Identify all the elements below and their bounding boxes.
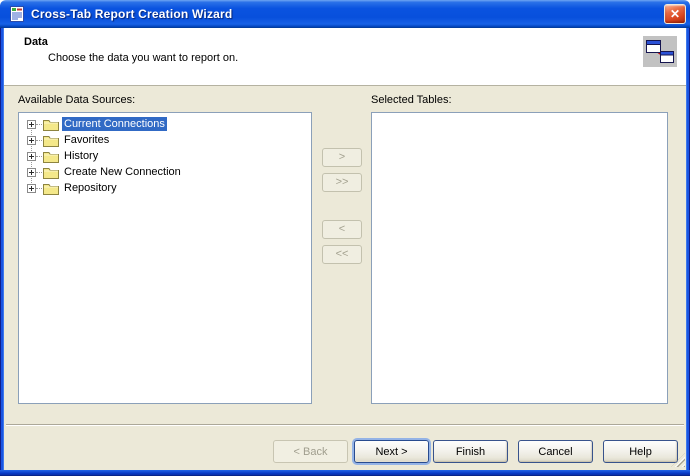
dialog-body: Data Choose the data you want to report … xyxy=(4,28,686,470)
step-title: Data xyxy=(24,36,48,48)
tree-item-current-connections[interactable]: Current Connections xyxy=(27,116,309,132)
wizard-dialog: Cross-Tab Report Creation Wizard ✕ Data … xyxy=(0,0,690,476)
tree-dots xyxy=(36,187,42,189)
data-source-tree: Current Connections Favorites History Cr… xyxy=(27,116,309,196)
tree-item-label: Repository xyxy=(64,182,117,194)
tree-item-label: Create New Connection xyxy=(64,166,181,178)
finish-button[interactable]: Finish xyxy=(433,440,508,463)
tree-item-label: History xyxy=(64,150,99,162)
window-title: Cross-Tab Report Creation Wizard xyxy=(31,7,233,21)
available-sources-label: Available Data Sources: xyxy=(18,94,136,106)
tree-item-label: Current Connections xyxy=(62,117,167,131)
expand-plus-icon[interactable] xyxy=(27,135,36,145)
remove-button[interactable]: < xyxy=(322,220,362,239)
cancel-button[interactable]: Cancel xyxy=(518,440,593,463)
tree-item-repository[interactable]: Repository xyxy=(27,180,309,196)
tree-dots xyxy=(36,155,42,157)
remove-all-button[interactable]: << xyxy=(322,245,362,264)
step-subtitle: Choose the data you want to report on. xyxy=(48,52,239,64)
window-border-right xyxy=(686,28,690,470)
expand-plus-icon[interactable] xyxy=(27,119,36,129)
crosstab-icon xyxy=(643,36,677,67)
available-sources-tree[interactable]: Current Connections Favorites History Cr… xyxy=(18,112,312,404)
selected-tables-list[interactable] xyxy=(371,112,668,404)
window-border-bottom xyxy=(0,470,690,476)
folder-icon xyxy=(43,167,59,179)
selected-tables-label: Selected Tables: xyxy=(371,94,452,106)
tree-item-label: Favorites xyxy=(64,134,110,146)
help-button[interactable]: Help xyxy=(603,440,678,463)
add-all-button[interactable]: >> xyxy=(322,173,362,192)
footer-divider xyxy=(6,424,684,426)
close-button[interactable]: ✕ xyxy=(664,4,686,24)
expand-plus-icon[interactable] xyxy=(27,167,36,177)
tree-dots xyxy=(36,139,42,141)
tree-item-create-new-connection[interactable]: Create New Connection xyxy=(27,164,309,180)
tree-item-favorites[interactable]: Favorites xyxy=(27,132,309,148)
folder-icon xyxy=(43,151,59,163)
folder-icon xyxy=(43,119,59,131)
report-document-icon xyxy=(10,6,24,22)
next-button[interactable]: Next > xyxy=(354,440,429,463)
folder-icon xyxy=(43,135,59,147)
add-button[interactable]: > xyxy=(322,148,362,167)
back-button[interactable]: < Back xyxy=(273,440,348,463)
folder-icon xyxy=(43,183,59,195)
expand-plus-icon[interactable] xyxy=(27,183,36,193)
title-bar[interactable]: Cross-Tab Report Creation Wizard ✕ xyxy=(0,0,690,28)
wizard-step-header: Data Choose the data you want to report … xyxy=(4,28,686,86)
tree-dots xyxy=(36,123,42,125)
tree-item-history[interactable]: History xyxy=(27,148,309,164)
tree-dots xyxy=(36,171,42,173)
close-icon: ✕ xyxy=(669,7,681,21)
expand-plus-icon[interactable] xyxy=(27,151,36,161)
